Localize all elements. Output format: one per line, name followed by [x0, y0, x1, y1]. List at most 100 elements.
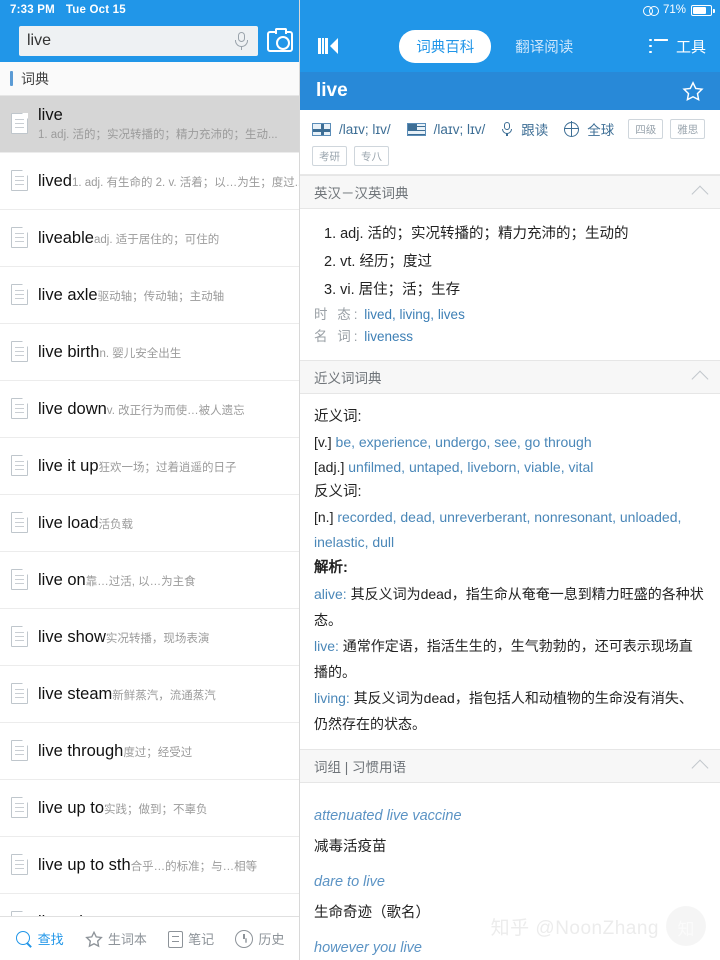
search-input-wrapper[interactable] [19, 26, 258, 56]
follow-read-label[interactable]: 跟读 [521, 119, 548, 139]
app-root: 7:33 PM Tue Oct 15 词典 live 1. adj. 活的 [0, 0, 720, 960]
antonym-words[interactable]: recorded, dead, unreverberant, nonresona… [314, 509, 681, 550]
document-icon [11, 796, 29, 818]
list-item[interactable]: live it up狂欢一场；过着逍遥的日子 [0, 438, 299, 495]
document-icon [11, 511, 29, 533]
section-header[interactable]: 近义词词典 [300, 360, 720, 394]
section-header[interactable]: 词组 | 习惯用语 [300, 749, 720, 783]
result-word: live up to sth [38, 855, 131, 874]
synonyms-label: 近义词: [314, 409, 362, 425]
definition-line: 3. vi. 居住；活；生存 [324, 282, 461, 298]
chevron-up-icon[interactable] [691, 185, 709, 203]
level-tag: 专八 [354, 146, 389, 166]
list-item[interactable]: live birthn. 婴儿安全出生 [0, 324, 299, 381]
camera-icon[interactable] [267, 27, 293, 52]
definition-line: 1. adj. 活的；实况转播的；精力充沛的；生动的 [324, 226, 629, 242]
antonyms-label: 反义词: [314, 484, 362, 500]
uk-phonetic[interactable]: /laɪv; lɪv/ [339, 122, 391, 137]
result-word: lived [38, 171, 72, 190]
section-header[interactable]: 英汉－汉英词典 [300, 175, 720, 209]
list-item[interactable]: live load活负载 [0, 495, 299, 552]
list-item[interactable]: live wire生龙活虎的人；通电的电线 [0, 894, 299, 916]
microphone-icon[interactable] [234, 31, 250, 51]
page-title: live [316, 80, 348, 101]
document-icon [11, 910, 29, 916]
phrase-en[interactable]: attenuated live vaccine [314, 801, 706, 831]
tools-button[interactable]: 工具 [649, 36, 706, 57]
list-item[interactable]: lived1. adj. 有生命的 2. v. 活着；以…为生；度过... [0, 153, 299, 210]
tab-dictionary-encyclopedia[interactable]: 词典百科 [399, 29, 492, 63]
analysis-item: living: 其反义词为dead，指包括人和动植物的生命没有消失、仍然存在的状… [314, 685, 706, 737]
level-tag: 四级 [628, 119, 664, 139]
search-icon [15, 930, 33, 948]
synonym-words[interactable]: be, experience, undergo, see, go through [336, 434, 592, 450]
section-title: 词组 | 习惯用语 [314, 760, 407, 775]
list-item[interactable]: live downv. 改正行为而使…被人遗忘 [0, 381, 299, 438]
phrase-cn: 生命奇迹（歌名） [314, 905, 430, 921]
star-outline-icon[interactable] [682, 80, 704, 102]
list-item[interactable]: live through度过；经受过 [0, 723, 299, 780]
tab-history[interactable]: 历史 [235, 929, 284, 948]
result-desc: 活负载 [98, 518, 134, 531]
tab-wordbook[interactable]: 生词本 [85, 929, 147, 948]
collapse-panel-icon[interactable] [318, 38, 338, 54]
meta-value[interactable]: lived, living, lives [364, 307, 465, 322]
result-word: liveable [38, 228, 94, 247]
result-desc: n. 婴儿安全出生 [99, 347, 182, 360]
meta-value[interactable]: liveness [364, 329, 413, 344]
note-icon [168, 930, 184, 948]
result-desc: 狂欢一场；过着逍遥的日子 [98, 461, 237, 474]
globe-icon[interactable] [563, 121, 580, 137]
search-input[interactable] [27, 32, 234, 50]
result-word: live show [38, 627, 106, 646]
search-results-list[interactable]: live 1. adj. 活的；实况转播的；精力充沛的；生动... lived1… [0, 96, 299, 916]
tab-translate-read[interactable]: 翻译阅读 [515, 36, 573, 57]
result-desc: 度过；经受过 [123, 746, 193, 759]
list-item[interactable]: liveableadj. 适于居住的；可住的 [0, 210, 299, 267]
microphone-icon[interactable] [501, 121, 513, 137]
result-word: live load [38, 513, 99, 532]
status-date: Tue Oct 15 [65, 4, 126, 16]
phrase-en[interactable]: however you live [314, 933, 706, 960]
section-title: 英汉－汉英词典 [314, 186, 409, 201]
chevron-up-icon[interactable] [691, 759, 709, 777]
list-item[interactable]: live up to实践；做到；不辜负 [0, 780, 299, 837]
result-word: live [38, 105, 63, 124]
tab-notes[interactable]: 笔记 [168, 929, 214, 948]
definition-line: 2. vt. 经历；度过 [324, 254, 432, 270]
tab-search[interactable]: 查找 [15, 929, 64, 948]
content-scroll-area[interactable]: 英汉－汉英词典 1. adj. 活的；实况转播的；精力充沛的；生动的 2. vt… [300, 175, 720, 960]
list-item[interactable]: live axle驱动轴；传动轴；主动轴 [0, 267, 299, 324]
result-word: live steam [38, 684, 113, 703]
phrase-en[interactable]: dare to live [314, 867, 706, 897]
word-title-bar: live [300, 72, 720, 110]
analysis-text: 通常作定语，指活生生的，生气勃勃的，还可表示现场直播的。 [314, 638, 693, 680]
section-title: 词典 [21, 70, 49, 87]
synonym-line: [adj.] unfilmed, untaped, liveborn, viab… [314, 455, 706, 480]
result-desc: 新鲜蒸汽，流通蒸汽 [112, 689, 216, 702]
search-bar [0, 20, 299, 62]
tab-label: 查找 [37, 932, 64, 947]
section-accent-bar [10, 71, 13, 86]
dictionary-section-header: 词典 [0, 62, 299, 96]
list-item[interactable]: live 1. adj. 活的；实况转播的；精力充沛的；生动... [0, 96, 299, 153]
result-word: live up to [38, 798, 105, 817]
list-item[interactable]: live on靠…过活, 以…为主食 [0, 552, 299, 609]
chevron-up-icon[interactable] [691, 370, 709, 388]
result-desc: 1. adj. 活的；实况转播的；精力充沛的；生动... [38, 128, 278, 141]
result-desc: 1. adj. 有生命的 2. v. 活着；以…为生；度过... [71, 176, 299, 189]
level-tag: 考研 [312, 146, 347, 166]
list-item[interactable]: live up to sth合乎…的标准；与…相等 [0, 837, 299, 894]
document-icon [11, 397, 29, 419]
analysis-label: 解析: [314, 560, 348, 576]
meta-key: 名 词: [314, 329, 361, 344]
left-pane: 7:33 PM Tue Oct 15 词典 live 1. adj. 活的 [0, 0, 300, 960]
result-word: live through [38, 741, 124, 760]
document-icon [11, 625, 29, 647]
list-item[interactable]: live show实况转播，现场表演 [0, 609, 299, 666]
us-phonetic[interactable]: /laɪv; lɪv/ [434, 122, 486, 137]
top-nav-bar: 词典百科 翻译阅读 工具 [300, 20, 720, 72]
global-label[interactable]: 全球 [587, 119, 614, 139]
list-item[interactable]: live steam新鲜蒸汽，流通蒸汽 [0, 666, 299, 723]
synonym-words[interactable]: unfilmed, untaped, liveborn, viable, vit… [348, 459, 593, 475]
